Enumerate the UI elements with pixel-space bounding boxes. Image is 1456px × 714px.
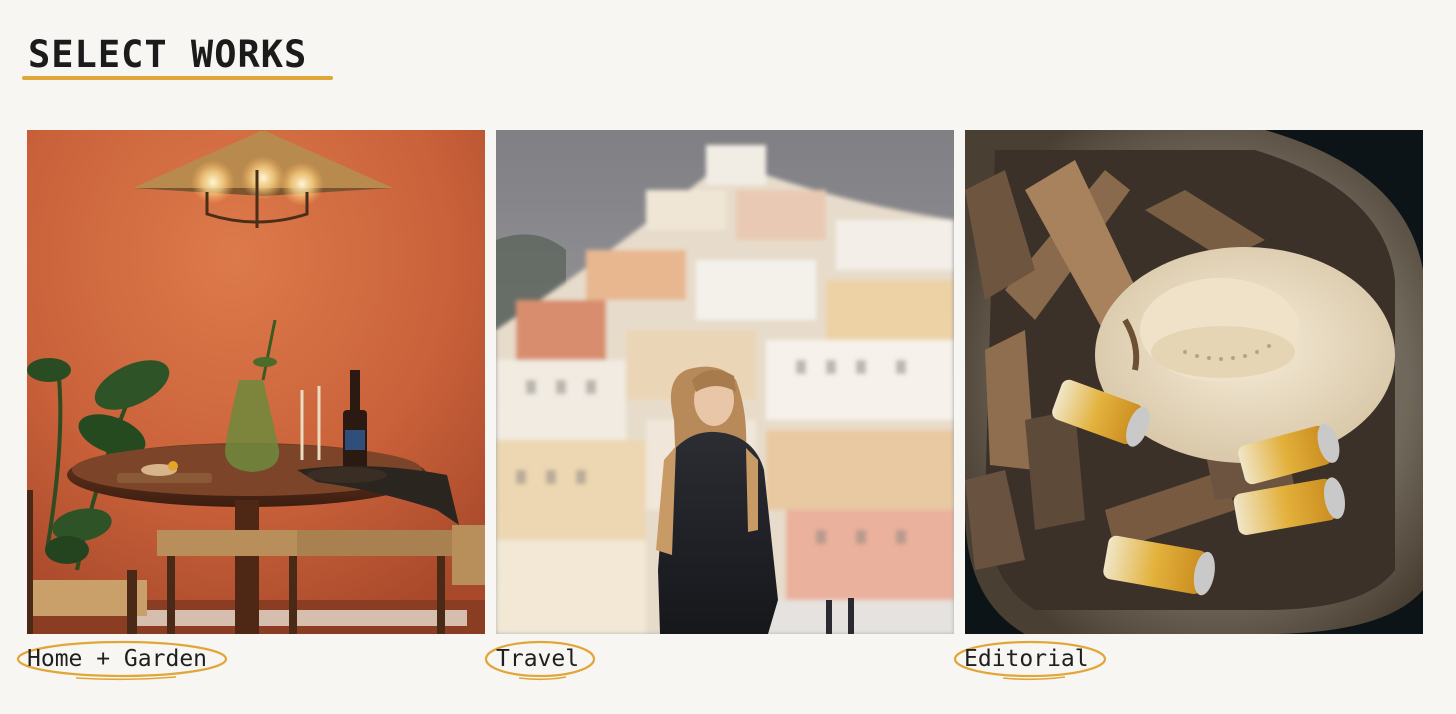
page-title: SELECT WORKS	[28, 33, 308, 76]
page-title-wrap: SELECT WORKS	[22, 30, 312, 80]
editorial-photo	[965, 130, 1423, 634]
category-label: Travel	[496, 646, 580, 672]
category-link-home-garden[interactable]: Home + Garden	[16, 640, 228, 681]
travel-photo	[496, 130, 954, 634]
home-garden-photo	[27, 130, 485, 634]
work-card-editorial[interactable]	[965, 130, 1423, 634]
title-underline	[22, 76, 333, 80]
category-link-travel[interactable]: Travel	[484, 640, 596, 681]
work-card-home-garden[interactable]	[27, 130, 485, 634]
work-card-travel[interactable]	[496, 130, 954, 634]
category-label: Home + Garden	[27, 646, 208, 672]
category-link-editorial[interactable]: Editorial	[953, 640, 1107, 681]
category-label: Editorial	[964, 646, 1089, 672]
